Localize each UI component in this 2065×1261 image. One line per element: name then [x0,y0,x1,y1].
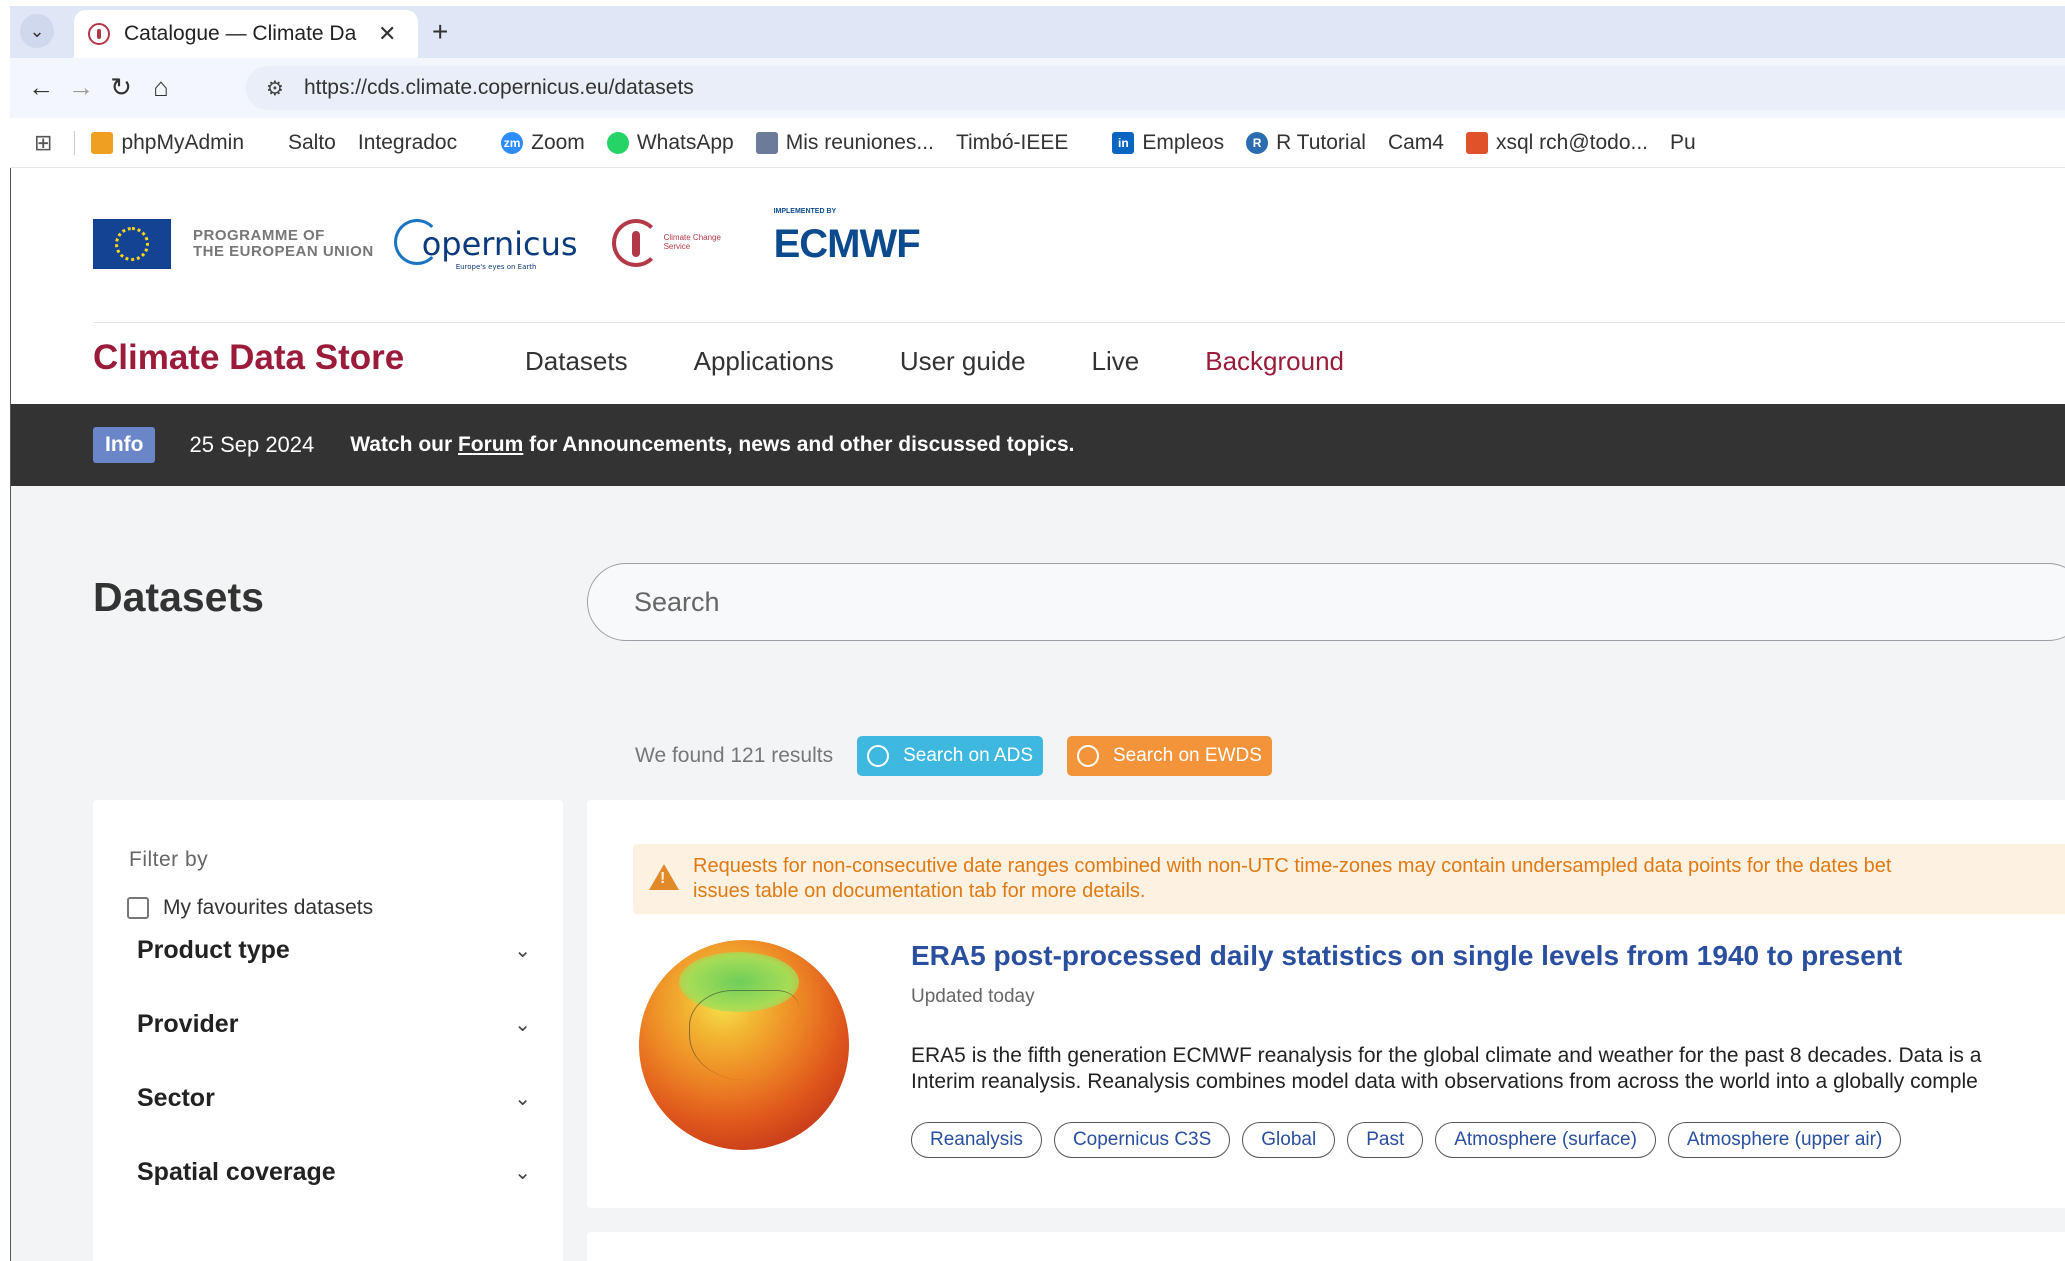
bookmark-zoom[interactable]: zm Zoom [501,131,585,155]
favourites-label[interactable]: My favourites datasets [163,896,373,920]
tag-atmosphere-surface[interactable]: Atmosphere (surface) [1435,1122,1656,1158]
facet-product-type[interactable]: Product type ⌄ [137,936,531,965]
copernicus-logo[interactable]: opernicus Europe's eyes on Earth [393,219,578,271]
chevron-down-icon: ⌄ [514,940,531,962]
nav-background[interactable]: Background [1205,346,1344,377]
ecmwf-logo[interactable]: IMPLEMENTED BY ECMWF [774,208,921,267]
c3s-logo[interactable]: Climate Change Service [611,219,740,269]
bookmark-whatsapp[interactable]: WhatsApp [606,131,734,155]
meetings-icon [755,131,778,154]
dataset-description: ERA5 is the fifth generation ECMWF reana… [911,1044,1982,1093]
bookmark-empleos[interactable]: in Empleos [1112,131,1224,155]
tag-reanalysis[interactable]: Reanalysis [911,1122,1042,1158]
info-badge: Info [93,427,156,463]
dataset-thumbnail[interactable] [639,940,849,1150]
tag-past[interactable]: Past [1347,1122,1424,1158]
phpmyadmin-icon [91,131,114,154]
info-date: 25 Sep 2024 [189,432,315,457]
tab-title: Catalogue — Climate Da [124,22,357,45]
address-bar[interactable]: ⚙ https://cds.climate.copernicus.eu/data… [246,66,2065,110]
warning-icon [649,864,679,890]
partner-logos: PROGRAMME OF THE EUROPEAN UNION opernicu… [93,208,921,272]
url-text[interactable]: https://cds.climate.copernicus.eu/datase… [304,76,694,100]
dataset-tags: Reanalysis Copernicus C3S Global Past At… [911,1122,1913,1158]
eu-flag-logo [93,219,171,269]
bookmark-phpmyadmin[interactable]: phpMyAdmin [91,131,244,155]
apps-grid-icon[interactable]: ⊞ [34,130,52,156]
info-banner: Info 25 Sep 2024 Watch our Forum for Ann… [11,404,2065,486]
page-title: Datasets [93,574,264,620]
home-icon[interactable]: ⌂ [144,72,178,103]
nav-user-guide[interactable]: User guide [900,346,1026,377]
bookmark-mis-reuniones[interactable]: Mis reuniones... [755,131,934,155]
new-tab-button[interactable]: + [432,16,448,48]
r-icon: R [1246,131,1269,154]
results-row: We found 121 results Search on ADS Searc… [635,736,1272,776]
site-info-icon[interactable]: ⚙ [266,76,284,101]
search-on-ewds-button[interactable]: Search on EWDS [1067,736,1272,776]
warning-banner: Requests for non-consecutive date ranges… [633,844,2065,914]
whatsapp-icon [606,131,629,154]
bookmark-xsql[interactable]: xsql rch@todo... [1465,131,1648,155]
facet-spatial-coverage[interactable]: Spatial coverage ⌄ [137,1158,531,1187]
filter-title: Filter by [129,848,209,871]
chevron-down-icon: ⌄ [514,1162,531,1184]
bookmark-pu[interactable]: Pu [1670,131,1696,155]
tab-search-button[interactable]: ⌄ [20,14,54,48]
c3s-favicon-icon [88,23,110,45]
linkedin-icon: in [1112,131,1135,154]
main-nav: Datasets Applications User guide Live Ba… [525,346,1410,377]
bookmarks-separator [74,130,76,155]
tag-atmosphere-upper-air[interactable]: Atmosphere (upper air) [1667,1122,1902,1158]
search-on-ads-button[interactable]: Search on ADS [857,736,1043,776]
filter-panel: Filter by My favourites datasets Product… [93,800,563,1261]
header-divider [93,322,2065,323]
bookmark-r-tutorial[interactable]: RR Tutorial [1246,131,1366,155]
ewds-icon [1077,745,1099,767]
favourites-filter[interactable]: My favourites datasets [127,896,373,920]
nav-datasets[interactable]: Datasets [525,346,628,377]
close-tab-icon[interactable]: ✕ [378,21,396,47]
dataset-title-link[interactable]: ERA5 post-processed daily statistics on … [911,940,1902,972]
bookmark-timbo-ieee[interactable]: Timbó-IEEE [956,131,1068,155]
forward-arrow-icon[interactable]: → [64,72,98,103]
browser-toolbar: ← → ↻ ⌂ ⚙ https://cds.climate.copernicus… [10,58,2065,118]
results-count: We found 121 results [635,744,834,767]
tag-copernicus-c3s[interactable]: Copernicus C3S [1053,1122,1231,1158]
facet-provider[interactable]: Provider ⌄ [137,1010,531,1039]
zoom-icon: zm [501,131,524,154]
bookmark-salto[interactable]: Salto [288,131,336,155]
ads-icon [867,745,890,767]
back-arrow-icon[interactable]: ← [24,72,58,103]
facet-sector[interactable]: Sector ⌄ [137,1084,531,1113]
bookmarks-bar: ⊞ phpMyAdmin Salto Integradoc zm Zoom Wha… [10,118,2065,168]
bookmark-cam4[interactable]: Cam4 [1388,131,1444,155]
nav-live[interactable]: Live [1092,346,1140,377]
tag-global[interactable]: Global [1242,1122,1336,1158]
tab-active[interactable]: Catalogue — Climate Da ✕ [74,10,418,58]
forum-link[interactable]: Forum [458,433,523,456]
nav-applications[interactable]: Applications [694,346,834,377]
reload-icon[interactable]: ↻ [104,72,138,103]
chevron-down-icon: ⌄ [514,1014,531,1036]
site-brand[interactable]: Climate Data Store [93,338,404,378]
favourites-checkbox[interactable] [127,897,149,919]
dataset-card-next [587,1232,2065,1261]
chevron-down-icon: ⌄ [514,1088,531,1110]
xsql-icon [1465,131,1488,154]
search-box[interactable] [587,563,2065,641]
page-viewport: PROGRAMME OF THE EUROPEAN UNION opernicu… [10,168,2065,1261]
dataset-updated: Updated today [911,986,1035,1007]
tab-strip: ⌄ Catalogue — Climate Da ✕ + [10,6,2065,58]
dataset-card: Requests for non-consecutive date ranges… [587,800,2065,1208]
search-input[interactable] [634,586,1934,618]
info-message: Watch our Forum for Announcements, news … [350,433,1075,456]
eu-programme-text: PROGRAMME OF THE EUROPEAN UNION [193,227,374,260]
warning-text: Requests for non-consecutive date ranges… [693,855,1892,902]
bookmark-integradoc[interactable]: Integradoc [358,131,457,155]
